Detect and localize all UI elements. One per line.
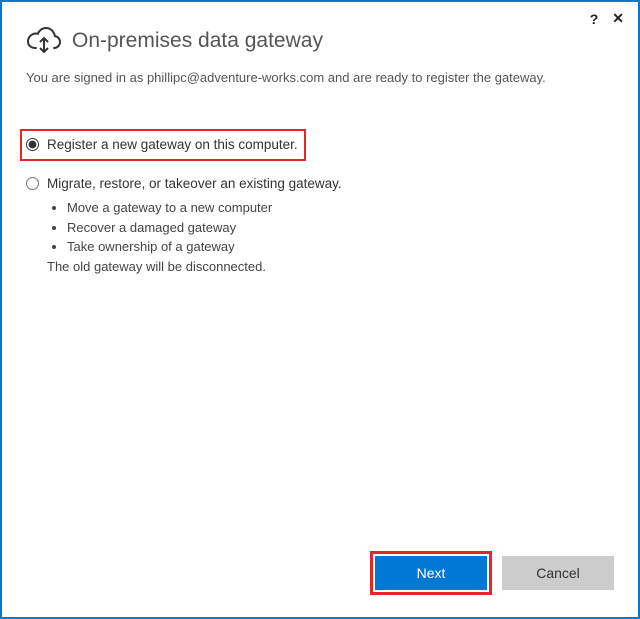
radio-register[interactable] <box>26 138 39 151</box>
migrate-bullets: Move a gateway to a new computer Recover… <box>47 198 342 257</box>
radio-migrate[interactable] <box>26 177 39 190</box>
option-register[interactable]: Register a new gateway on this computer. <box>20 129 306 162</box>
help-icon[interactable]: ? <box>590 11 599 27</box>
dialog-header: On-premises data gateway <box>26 26 614 56</box>
signed-in-suffix: and are ready to register the gateway. <box>324 70 546 85</box>
signed-in-email: phillipc@adventure-works.com <box>147 70 324 85</box>
cancel-button[interactable]: Cancel <box>502 556 614 590</box>
next-button[interactable]: Next <box>375 556 487 590</box>
migrate-bullet: Move a gateway to a new computer <box>67 198 342 218</box>
dialog-footer: Next Cancel <box>26 551 614 597</box>
option-migrate-body: Migrate, restore, or takeover an existin… <box>47 175 342 273</box>
signed-in-text: You are signed in as phillipc@adventure-… <box>26 70 614 85</box>
titlebar-controls: ? ✕ <box>590 10 624 27</box>
close-icon[interactable]: ✕ <box>612 10 624 27</box>
cloud-upload-icon <box>26 26 62 56</box>
option-migrate-label: Migrate, restore, or takeover an existin… <box>47 176 342 191</box>
migrate-bullet: Recover a damaged gateway <box>67 218 342 238</box>
migrate-bullet: Take ownership of a gateway <box>67 237 342 257</box>
option-register-label: Register a new gateway on this computer. <box>47 136 298 155</box>
next-button-highlight: Next <box>370 551 492 595</box>
gateway-dialog: ? ✕ On-premises data gateway You are sig… <box>0 0 640 619</box>
migrate-note: The old gateway will be disconnected. <box>47 259 342 274</box>
dialog-title: On-premises data gateway <box>72 29 323 53</box>
option-migrate[interactable]: Migrate, restore, or takeover an existin… <box>26 175 614 273</box>
signed-in-prefix: You are signed in as <box>26 70 147 85</box>
options-group: Register a new gateway on this computer.… <box>26 129 614 288</box>
